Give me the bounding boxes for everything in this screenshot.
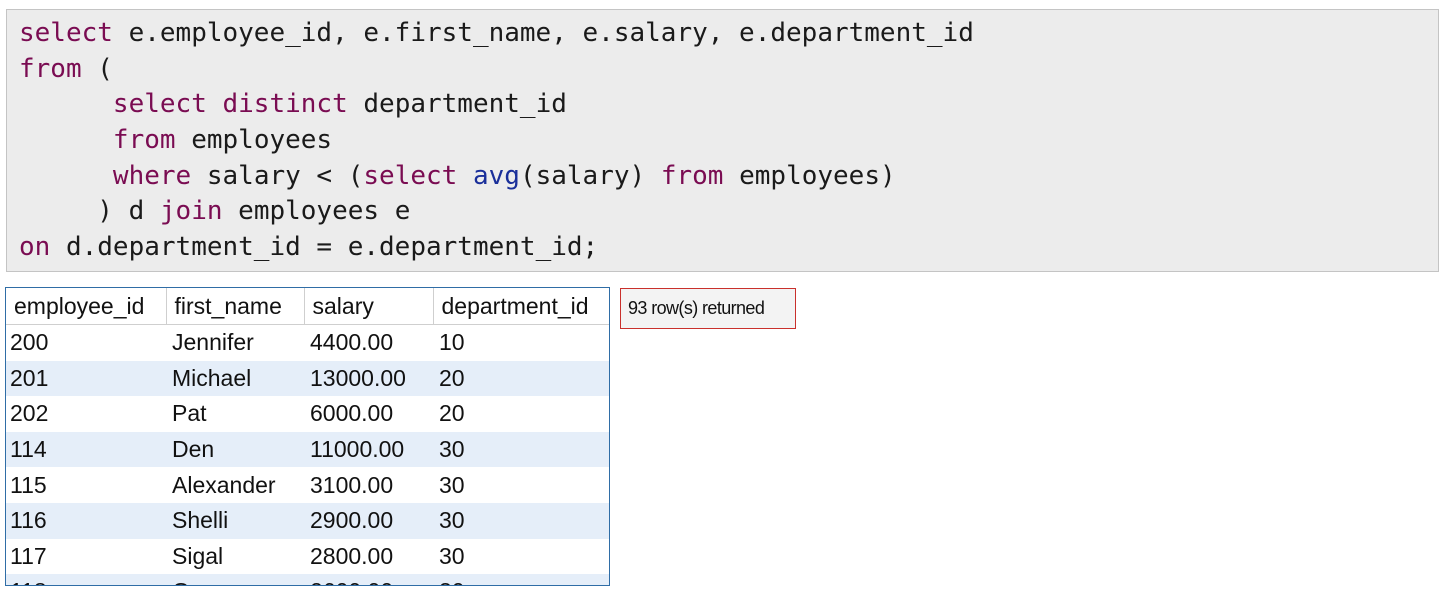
first-name-cell[interactable]: Sigal bbox=[166, 539, 304, 575]
rows-returned-status: 93 row(s) returned bbox=[620, 288, 796, 329]
sql-keyword: select distinct bbox=[112, 89, 348, 120]
table-row[interactable]: 200 Jennifer 4400.00 10 bbox=[6, 325, 609, 361]
employee-id-cell[interactable]: 115 bbox=[6, 467, 166, 503]
column-header-department-id[interactable]: department_id bbox=[433, 288, 609, 325]
sql-text: salary < ( bbox=[191, 160, 364, 191]
sql-text: d.department_id = e.department_id; bbox=[50, 232, 599, 263]
sql-function: avg bbox=[472, 160, 520, 191]
department-id-cell[interactable]: 30 bbox=[433, 467, 609, 503]
salary-cell[interactable]: 13000.00 bbox=[304, 360, 433, 397]
sql-keyword: on bbox=[19, 232, 51, 263]
sql-line: on d.department_id = e.department_id; bbox=[19, 230, 1438, 266]
department-id-cell[interactable]: 20 bbox=[433, 360, 609, 397]
salary-cell[interactable]: 3100.00 bbox=[304, 467, 433, 503]
column-header-employee-id[interactable]: employee_id bbox=[6, 288, 167, 325]
employee-id-cell[interactable]: 117 bbox=[6, 539, 166, 575]
first-name-cell[interactable]: Alexander bbox=[166, 467, 304, 503]
employee-id-cell[interactable]: 202 bbox=[6, 396, 166, 432]
employee-id-cell[interactable]: 114 bbox=[6, 431, 166, 468]
table-row[interactable]: 201 Michael 13000.00 20 bbox=[6, 360, 609, 397]
first-name-cell[interactable]: Pat bbox=[166, 396, 304, 432]
sql-keyword: select bbox=[363, 160, 458, 191]
sql-text: e.employee_id, e.first_name, e.salary, e… bbox=[112, 18, 974, 48]
salary-cell[interactable]: 2600.00 bbox=[304, 574, 433, 585]
sql-keyword: from bbox=[19, 53, 82, 84]
sql-text: ( bbox=[81, 53, 113, 84]
sql-line: where salary < (select avg(salary) from … bbox=[19, 159, 1438, 195]
department-id-cell[interactable]: 30 bbox=[433, 502, 609, 539]
sql-line: from employees bbox=[19, 123, 1438, 159]
table-row[interactable]: 115 Alexander 3100.00 30 bbox=[6, 467, 609, 503]
result-grid[interactable]: employee_id first_name salary department… bbox=[5, 287, 610, 586]
sql-keyword: where bbox=[112, 160, 192, 191]
header-row: employee_id first_name salary department… bbox=[6, 288, 609, 325]
sql-keyword: select bbox=[19, 18, 113, 48]
sql-line: from ( bbox=[19, 52, 1438, 88]
employee-id-cell[interactable]: 118 bbox=[6, 574, 166, 585]
sql-text: employees e bbox=[222, 196, 411, 227]
department-id-cell[interactable]: 30 bbox=[433, 431, 609, 468]
department-id-cell[interactable]: 30 bbox=[433, 539, 609, 575]
table-row[interactable]: 117 Sigal 2800.00 30 bbox=[6, 539, 609, 575]
sql-text: (salary) bbox=[519, 160, 661, 191]
column-header-first-name[interactable]: first_name bbox=[166, 288, 305, 325]
table-row[interactable]: 202 Pat 6000.00 20 bbox=[6, 396, 609, 432]
employee-id-cell[interactable]: 116 bbox=[6, 502, 166, 539]
first-name-cell[interactable]: Den bbox=[166, 431, 304, 468]
department-id-cell[interactable]: 20 bbox=[433, 396, 609, 432]
first-name-cell[interactable]: Shelli bbox=[166, 502, 304, 539]
sql-keyword: from bbox=[112, 125, 176, 156]
table-row[interactable]: 116 Shelli 2900.00 30 bbox=[6, 502, 609, 539]
department-id-cell[interactable]: 30 bbox=[433, 574, 609, 585]
sql-text: employees bbox=[175, 125, 333, 156]
salary-cell[interactable]: 6000.00 bbox=[304, 396, 433, 432]
sql-keyword: join bbox=[159, 196, 223, 227]
employee-id-cell[interactable]: 200 bbox=[6, 325, 166, 361]
sql-keyword: from bbox=[660, 160, 724, 191]
column-header-salary[interactable]: salary bbox=[304, 288, 434, 325]
department-id-cell[interactable]: 10 bbox=[433, 325, 609, 361]
salary-cell[interactable]: 2900.00 bbox=[304, 502, 433, 539]
sql-text: employees) bbox=[723, 160, 896, 191]
salary-cell[interactable]: 4400.00 bbox=[304, 325, 433, 361]
table-row[interactable]: 118Guy2600.0030 bbox=[6, 574, 609, 585]
salary-cell[interactable]: 2800.00 bbox=[304, 539, 433, 575]
sql-text: department_id bbox=[347, 89, 567, 120]
first-name-cell[interactable]: Guy bbox=[166, 574, 304, 585]
sql-line: select e.employee_id, e.first_name, e.sa… bbox=[19, 16, 1438, 52]
employee-id-cell[interactable]: 201 bbox=[6, 360, 166, 397]
table-row[interactable]: 114 Den 11000.00 30 bbox=[6, 431, 609, 468]
result-table: employee_id first_name salary department… bbox=[6, 288, 609, 585]
sql-query-editor[interactable]: select e.employee_id, e.first_name, e.sa… bbox=[6, 9, 1439, 272]
first-name-cell[interactable]: Michael bbox=[166, 360, 304, 397]
sql-text: ) d bbox=[19, 196, 160, 227]
first-name-cell[interactable]: Jennifer bbox=[166, 325, 304, 361]
sql-line: select distinct department_id bbox=[19, 87, 1438, 123]
sql-line: ) d join employees e bbox=[19, 194, 1438, 230]
salary-cell[interactable]: 11000.00 bbox=[304, 431, 433, 468]
